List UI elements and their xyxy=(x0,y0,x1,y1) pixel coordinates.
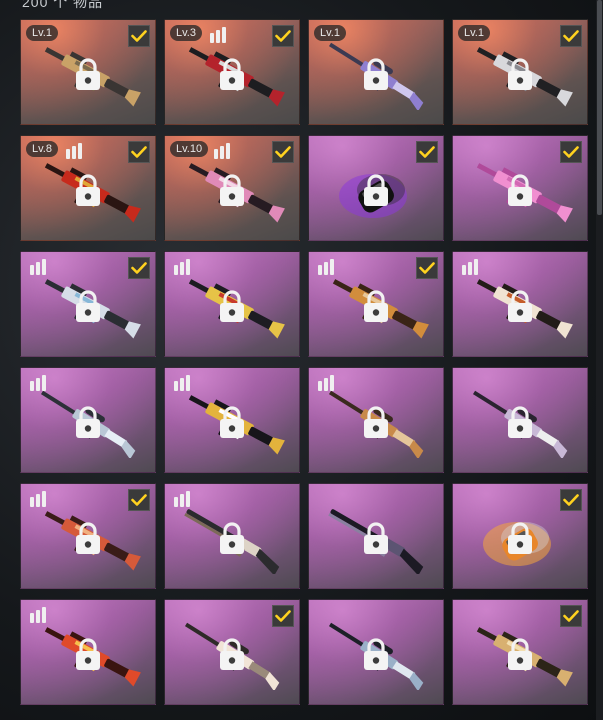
checkmark-icon xyxy=(131,262,147,274)
inventory-item-2[interactable]: Lv.3 xyxy=(164,19,300,125)
checkmark-icon xyxy=(419,146,435,158)
level-badge: Lv.1 xyxy=(458,25,490,41)
level-badge: Lv.3 xyxy=(170,25,202,41)
checkmark-icon xyxy=(131,146,147,158)
checkmark-icon xyxy=(563,494,579,506)
lock-icon xyxy=(76,58,100,90)
lock-icon xyxy=(76,174,100,206)
ammo-icon xyxy=(30,607,46,623)
ammo-icon xyxy=(174,259,190,275)
inventory-item-21[interactable] xyxy=(20,599,156,705)
inventory-grid: Lv.1 Lv.3 Lv.1 Lv.1 Lv.8 Lv.10 xyxy=(20,19,588,705)
ammo-icon xyxy=(174,491,190,507)
inventory-item-9[interactable] xyxy=(20,251,156,357)
checkmark-icon xyxy=(131,494,147,506)
inventory-item-14[interactable] xyxy=(164,367,300,473)
lock-icon xyxy=(364,58,388,90)
inventory-item-15[interactable] xyxy=(308,367,444,473)
lock-icon xyxy=(220,58,244,90)
lock-icon xyxy=(220,406,244,438)
lock-icon xyxy=(76,290,100,322)
checkmark-icon xyxy=(563,146,579,158)
inventory-item-10[interactable] xyxy=(164,251,300,357)
selected-checkbox[interactable] xyxy=(128,25,150,47)
ammo-icon xyxy=(318,375,334,391)
selected-checkbox[interactable] xyxy=(560,489,582,511)
inventory-item-13[interactable] xyxy=(20,367,156,473)
checkmark-icon xyxy=(275,146,291,158)
lock-icon xyxy=(508,174,532,206)
checkmark-icon xyxy=(275,30,291,42)
inventory-item-3[interactable]: Lv.1 xyxy=(308,19,444,125)
selected-checkbox[interactable] xyxy=(128,489,150,511)
ammo-icon xyxy=(210,27,226,43)
lock-icon xyxy=(364,174,388,206)
ammo-icon xyxy=(30,259,46,275)
lock-icon xyxy=(364,406,388,438)
level-badge: Lv.8 xyxy=(26,141,58,157)
ammo-icon xyxy=(30,375,46,391)
ammo-icon xyxy=(66,143,82,159)
selected-checkbox[interactable] xyxy=(560,141,582,163)
inventory-item-17[interactable] xyxy=(20,483,156,589)
inventory-item-12[interactable] xyxy=(452,251,588,357)
selected-checkbox[interactable] xyxy=(560,25,582,47)
level-badge: Lv.1 xyxy=(26,25,58,41)
scrollbar[interactable] xyxy=(596,0,603,720)
level-badge: Lv.1 xyxy=(314,25,346,41)
selected-checkbox[interactable] xyxy=(272,25,294,47)
ammo-icon xyxy=(214,143,230,159)
lock-icon xyxy=(220,290,244,322)
selected-checkbox[interactable] xyxy=(560,605,582,627)
inventory-item-20[interactable] xyxy=(452,483,588,589)
lock-icon xyxy=(364,638,388,670)
inventory-item-6[interactable]: Lv.10 xyxy=(164,135,300,241)
selected-checkbox[interactable] xyxy=(128,257,150,279)
selected-checkbox[interactable] xyxy=(416,141,438,163)
lock-icon xyxy=(508,522,532,554)
checkmark-icon xyxy=(131,30,147,42)
ammo-icon xyxy=(30,491,46,507)
ammo-icon xyxy=(462,259,478,275)
scrollbar-thumb[interactable] xyxy=(597,0,602,215)
inventory-item-4[interactable]: Lv.1 xyxy=(452,19,588,125)
inventory-item-5[interactable]: Lv.8 xyxy=(20,135,156,241)
checkmark-icon xyxy=(275,610,291,622)
selected-checkbox[interactable] xyxy=(272,605,294,627)
inventory-item-8[interactable] xyxy=(452,135,588,241)
inventory-item-1[interactable]: Lv.1 xyxy=(20,19,156,125)
lock-icon xyxy=(508,290,532,322)
inventory-item-22[interactable] xyxy=(164,599,300,705)
ammo-icon xyxy=(318,259,334,275)
lock-icon xyxy=(220,638,244,670)
item-count-label: 200 个 物品 xyxy=(22,0,104,10)
checkmark-icon xyxy=(563,610,579,622)
level-badge: Lv.10 xyxy=(170,141,209,157)
selected-checkbox[interactable] xyxy=(128,141,150,163)
lock-icon xyxy=(220,522,244,554)
checkmark-icon xyxy=(563,30,579,42)
inventory-item-23[interactable] xyxy=(308,599,444,705)
inventory-item-11[interactable] xyxy=(308,251,444,357)
inventory-item-19[interactable] xyxy=(308,483,444,589)
lock-icon xyxy=(76,522,100,554)
ammo-icon xyxy=(174,375,190,391)
lock-icon xyxy=(508,406,532,438)
checkmark-icon xyxy=(419,262,435,274)
selected-checkbox[interactable] xyxy=(416,257,438,279)
inventory-item-24[interactable] xyxy=(452,599,588,705)
inventory-item-16[interactable] xyxy=(452,367,588,473)
inventory-item-18[interactable] xyxy=(164,483,300,589)
lock-icon xyxy=(364,522,388,554)
lock-icon xyxy=(508,638,532,670)
lock-icon xyxy=(220,174,244,206)
lock-icon xyxy=(364,290,388,322)
lock-icon xyxy=(508,58,532,90)
lock-icon xyxy=(76,406,100,438)
selected-checkbox[interactable] xyxy=(272,141,294,163)
lock-icon xyxy=(76,638,100,670)
inventory-item-7[interactable] xyxy=(308,135,444,241)
